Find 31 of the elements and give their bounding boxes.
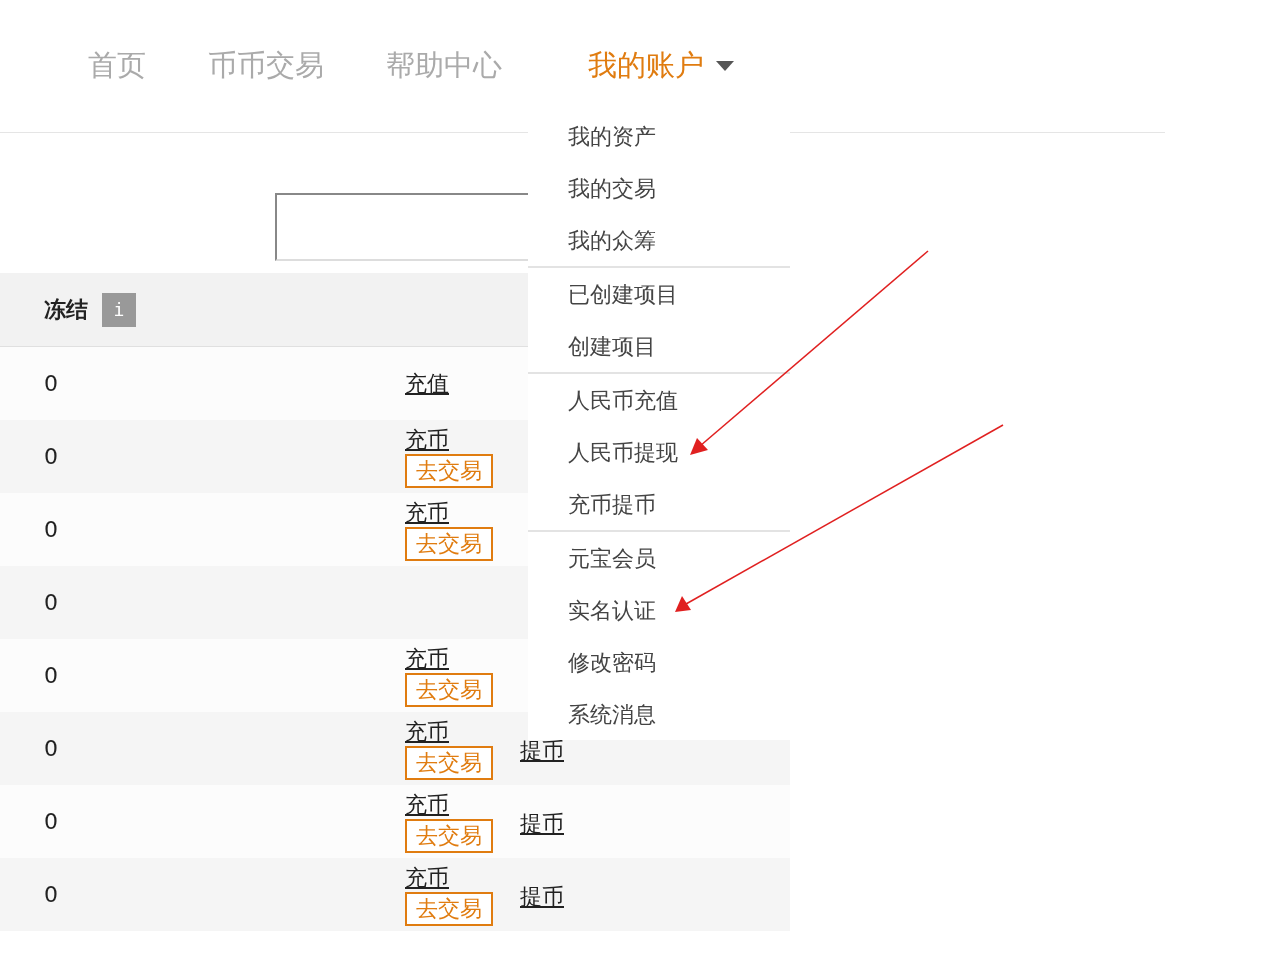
menu-item[interactable]: 人民币充值 <box>528 374 790 426</box>
deposit-link[interactable]: 充币 <box>405 863 449 892</box>
menu-item[interactable]: 实名认证 <box>528 584 790 636</box>
withdraw-link[interactable]: 提币 <box>520 807 564 840</box>
menu-item[interactable]: 我的众筹 <box>528 214 790 266</box>
table-cell-text: 0 <box>44 589 59 617</box>
table-cell-text: 0 <box>44 735 59 763</box>
column-header: 冻结 <box>44 296 88 324</box>
menu-item[interactable]: 我的交易 <box>528 162 790 214</box>
info-badge: i <box>102 292 136 327</box>
table-cell-text: 0 <box>44 808 59 836</box>
table-cell-text: 0 <box>44 443 59 471</box>
menu-item[interactable]: 元宝会员 <box>528 532 790 584</box>
withdraw-link[interactable]: 提币 <box>520 880 564 913</box>
table-cell-text: 0 <box>44 370 59 398</box>
menu-item[interactable]: 充币提币 <box>528 478 790 530</box>
deposit-link[interactable]: 充币 <box>405 717 449 746</box>
deposit-link[interactable]: 充值 <box>405 369 449 398</box>
deposit-link[interactable]: 充币 <box>405 790 449 819</box>
deposit-link[interactable]: 充币 <box>405 498 449 527</box>
menu-item[interactable]: 已创建项目 <box>528 268 790 320</box>
table-cell-text: 0 <box>44 516 59 544</box>
deposit-link[interactable]: 充币 <box>405 644 449 673</box>
table-cell-text: 0 <box>44 662 59 690</box>
menu-item[interactable]: 创建项目 <box>528 320 790 372</box>
menu-item[interactable]: 修改密码 <box>528 636 790 688</box>
menu-item[interactable]: 我的资产 <box>528 110 790 162</box>
table-cell-text: 0 <box>44 881 59 909</box>
deposit-link[interactable]: 充币 <box>405 425 449 454</box>
menu-item[interactable]: 系统消息 <box>528 688 790 740</box>
menu-item[interactable]: 人民币提现 <box>528 426 790 478</box>
